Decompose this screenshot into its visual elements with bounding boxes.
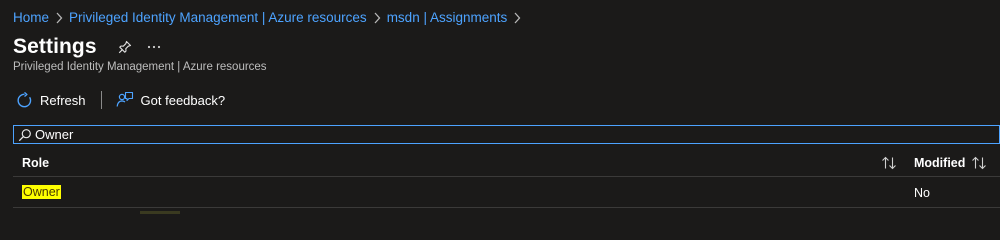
chevron-right-icon <box>507 10 527 25</box>
column-header-modified[interactable]: Modified <box>914 156 965 170</box>
pin-icon[interactable] <box>117 39 133 55</box>
breadcrumb-home[interactable]: Home <box>13 10 49 25</box>
refresh-button[interactable]: Refresh <box>16 91 86 109</box>
title-row: Settings <box>13 34 163 60</box>
chevron-right-icon <box>49 10 69 25</box>
sort-role-icon[interactable] <box>881 156 897 170</box>
breadcrumb-msdn-assignments[interactable]: msdn | Assignments <box>387 10 508 25</box>
more-icon[interactable] <box>145 39 163 55</box>
next-row-fragment <box>140 211 180 214</box>
feedback-label: Got feedback? <box>140 92 226 108</box>
breadcrumb: Home Privileged Identity Management | Az… <box>13 8 527 26</box>
column-header-role[interactable]: Role <box>22 156 49 170</box>
sort-modified-icon[interactable] <box>971 156 987 170</box>
toolbar-divider <box>100 91 102 109</box>
refresh-icon <box>16 91 40 109</box>
role-link[interactable]: Owner <box>22 185 61 199</box>
table-row[interactable]: Owner No <box>13 178 1000 208</box>
search-box <box>13 125 1000 144</box>
breadcrumb-pim-azure-resources[interactable]: Privileged Identity Management | Azure r… <box>69 10 367 25</box>
feedback-icon <box>116 91 141 109</box>
page-title: Settings <box>13 35 97 58</box>
grid-header: Role Modified <box>13 150 1000 177</box>
refresh-label: Refresh <box>40 92 86 108</box>
search-icon <box>17 127 33 143</box>
command-bar: Refresh Got feedback? <box>16 88 225 112</box>
chevron-right-icon <box>367 10 387 25</box>
page-subtitle: Privileged Identity Management | Azure r… <box>13 61 267 73</box>
modified-cell: No <box>914 186 930 200</box>
feedback-button[interactable]: Got feedback? <box>116 91 226 109</box>
search-input[interactable] <box>33 126 975 143</box>
